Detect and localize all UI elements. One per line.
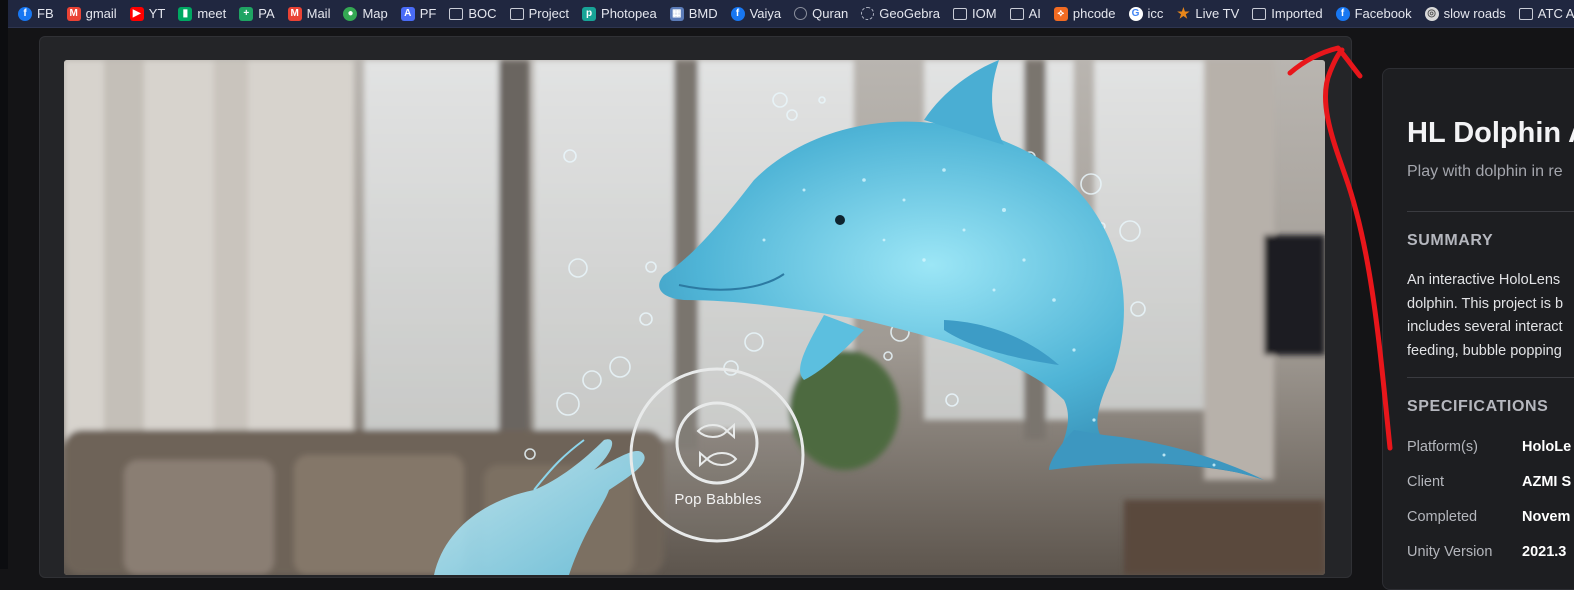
folder-icon xyxy=(953,7,967,20)
spec-label: Client xyxy=(1407,474,1445,490)
divider xyxy=(1407,211,1574,212)
bookmark-item[interactable]: ▦ BMD xyxy=(669,6,718,21)
spec-label: Unity Version xyxy=(1407,544,1493,560)
bookmark-item[interactable]: Project xyxy=(509,6,570,21)
spec-value: 2021.3 xyxy=(1522,544,1567,560)
geogebra-icon xyxy=(861,7,875,20)
bookmark-item[interactable]: ★ Live TV xyxy=(1176,5,1240,21)
bookmark-item[interactable]: f Facebook xyxy=(1335,6,1412,21)
bookmark-label: Quran xyxy=(812,6,849,21)
bookmark-item[interactable]: IOM xyxy=(953,6,997,21)
bookmark-label: Project xyxy=(528,6,570,21)
summary-heading: SUMMARY xyxy=(1407,232,1494,249)
bookmark-label: icc xyxy=(1147,6,1164,21)
summary-line: feeding, bubble popping xyxy=(1407,342,1562,359)
spec-value: AZMI S xyxy=(1522,474,1572,490)
bookmark-label: slow roads xyxy=(1443,6,1506,21)
bookmark-label: Photopea xyxy=(601,6,657,21)
summary-line: dolphin. This project is b xyxy=(1407,295,1564,312)
mail-icon: M xyxy=(287,6,302,21)
quran-icon xyxy=(794,7,808,20)
bookmark-label: Map xyxy=(362,6,388,21)
gmail-icon: M xyxy=(66,6,81,21)
photopea-icon: p xyxy=(582,6,597,21)
bookmark-item[interactable]: Mgmail xyxy=(66,6,117,21)
bookmark-item[interactable]: ▮ meet xyxy=(178,6,226,21)
bookmark-item[interactable]: ⟡ phcode xyxy=(1053,6,1116,21)
project-title: HL Dolphin A xyxy=(1407,117,1574,149)
bookmark-label: BOC xyxy=(468,6,497,21)
folder-icon xyxy=(449,7,464,20)
bookmark-item[interactable]: f FB xyxy=(18,6,54,21)
slow-roads-icon: ◎ xyxy=(1424,6,1439,21)
bookmark-item[interactable]: A PF xyxy=(400,6,437,21)
bookmark-item[interactable]: ▶ YT xyxy=(129,6,166,21)
summary-line: An interactive HoloLens xyxy=(1407,272,1561,288)
bookmark-item[interactable]: M Mail xyxy=(287,6,331,21)
bookmark-label: Facebook xyxy=(1354,6,1412,21)
bookmark-label: AI xyxy=(1028,6,1041,21)
bookmark-item[interactable]: ● Map xyxy=(343,6,388,21)
bookmark-item[interactable]: p Photopea xyxy=(582,6,657,21)
bookmark-label: IOM xyxy=(972,6,997,21)
meet-icon: ▮ xyxy=(178,6,193,21)
pa-icon: + xyxy=(239,6,254,21)
spec-value: Novem xyxy=(1522,509,1571,525)
project-info-panel: HL Dolphin A Play with dolphin in re SUM… xyxy=(1382,68,1574,590)
summary-line: includes several interact xyxy=(1407,319,1563,335)
bookmark-label: Mail xyxy=(306,6,331,21)
summary-text: An interactive HoloLens dolphin. This pr… xyxy=(1407,269,1574,363)
bookmark-label: YT xyxy=(148,6,166,21)
bookmark-label: BMD xyxy=(688,6,718,21)
spec-label: Platform(s) xyxy=(1407,439,1478,455)
bookmark-item[interactable]: Quran xyxy=(794,6,848,21)
bookmark-item[interactable]: ATC Asset xyxy=(1518,6,1574,21)
pop-bubbles-label[interactable]: Pop Babbles xyxy=(638,491,798,508)
bookmark-item[interactable]: f Vaiya xyxy=(730,6,782,21)
bookmark-item[interactable]: AI xyxy=(1009,6,1041,21)
bookmark-label: GeoGebra xyxy=(879,6,940,21)
bookmark-label: Live TV xyxy=(1195,6,1240,21)
folder-icon xyxy=(1252,7,1267,20)
star-icon: ★ xyxy=(1177,5,1190,21)
divider xyxy=(1407,377,1574,378)
bookmarks-bar: f FB Mgmail ▶ YT ▮ meet + PA M Mail ● Map A PF BOC Proje… xyxy=(8,0,1574,28)
bookmark-item[interactable]: Gicc xyxy=(1128,6,1164,21)
bookmark-label: meet xyxy=(197,6,227,21)
bookmark-item[interactable]: + PA xyxy=(239,6,275,21)
facebook-icon: f xyxy=(1335,6,1350,21)
bookmark-item[interactable]: Imported xyxy=(1252,6,1323,21)
pop-bubbles-button-ring xyxy=(629,367,805,543)
bookmark-label: phcode xyxy=(1072,6,1116,21)
bmd-icon: ▦ xyxy=(669,6,684,21)
bookmark-item[interactable]: GeoGebra xyxy=(861,6,940,21)
google-icon: G xyxy=(1128,6,1143,21)
bookmark-label: Imported xyxy=(1271,6,1323,21)
phcode-icon: ⟡ xyxy=(1053,6,1068,21)
window-left-edge xyxy=(0,0,8,569)
bookmark-label: FB xyxy=(37,6,54,21)
youtube-icon: ▶ xyxy=(129,6,144,21)
spec-label: Completed xyxy=(1407,509,1478,525)
project-subtitle: Play with dolphin in re xyxy=(1407,163,1563,180)
folder-icon xyxy=(1009,7,1024,20)
bookmark-label: ATC Asset xyxy=(1537,6,1574,21)
bookmark-item[interactable]: ◎ slow roads xyxy=(1424,6,1506,21)
bookmark-label: PA xyxy=(258,6,275,21)
bookmark-label: gmail xyxy=(85,6,117,21)
facebook-icon: f xyxy=(18,6,32,21)
specifications-heading: SPECIFICATIONS xyxy=(1407,398,1549,415)
facebook-icon: f xyxy=(730,6,745,21)
bookmark-item[interactable]: BOC xyxy=(449,6,497,21)
folder-icon xyxy=(509,7,524,20)
spec-value: HoloLe xyxy=(1522,439,1572,455)
bookmark-label: PF xyxy=(419,6,437,21)
map-pin-icon: ● xyxy=(343,6,358,21)
folder-icon xyxy=(1518,7,1533,20)
bookmark-label: Vaiya xyxy=(749,6,782,21)
pf-icon: A xyxy=(400,6,415,21)
